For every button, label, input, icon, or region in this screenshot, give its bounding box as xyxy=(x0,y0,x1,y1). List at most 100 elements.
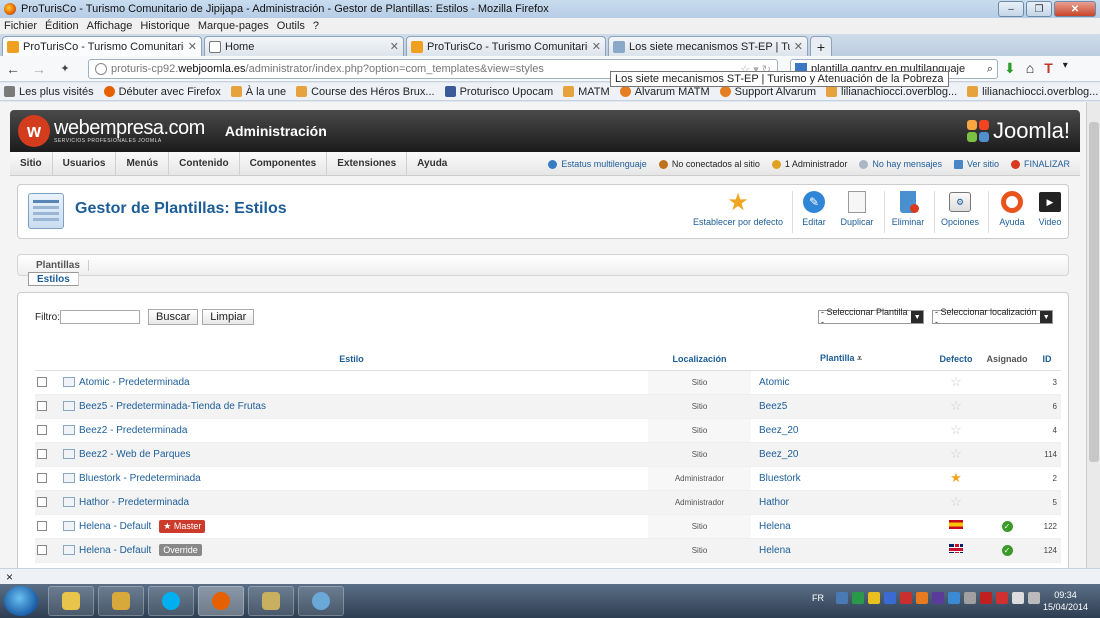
tray-icon[interactable] xyxy=(996,592,1008,604)
template-link[interactable]: Beez5 xyxy=(751,394,931,419)
close-findbar-icon[interactable]: × xyxy=(6,570,13,584)
preview-icon[interactable] xyxy=(63,521,75,531)
preview-icon[interactable] xyxy=(63,497,75,507)
duplicate-button[interactable]: Duplicar xyxy=(836,190,878,227)
row-checkbox[interactable] xyxy=(37,545,47,555)
tray-icon[interactable] xyxy=(948,592,960,604)
column-template[interactable]: Plantilla ⩡ xyxy=(751,348,931,371)
menu-fichier[interactable]: Fichier xyxy=(4,20,37,32)
default-star-icon[interactable]: ★ xyxy=(950,470,962,485)
status-messages[interactable]: No hay mensajes xyxy=(859,159,942,169)
menu-ayuda[interactable]: Ayuda xyxy=(407,152,457,176)
new-tab-button[interactable]: + xyxy=(810,36,832,56)
preview-icon[interactable] xyxy=(63,425,75,435)
addon-t-icon[interactable]: T xyxy=(1044,60,1053,77)
column-style[interactable]: Estilo xyxy=(55,348,648,371)
preview-icon[interactable] xyxy=(63,449,75,459)
tray-icon[interactable] xyxy=(932,592,944,604)
select-template[interactable]: - Seleccionar Plantilla - ▼ xyxy=(818,307,924,327)
bookmark-item[interactable]: lilianachiocci.overblog... xyxy=(967,86,1098,98)
bookmark-item[interactable]: Alvarum MATM xyxy=(619,86,710,98)
tray-icon[interactable] xyxy=(980,592,992,604)
tray-icon[interactable] xyxy=(916,592,928,604)
scrollbar-thumb[interactable] xyxy=(1089,122,1099,462)
tray-icon[interactable] xyxy=(900,592,912,604)
tab-proturisco-1[interactable]: ProTurisCo - Turismo Comunitario d... ✕ xyxy=(2,36,202,56)
column-id[interactable]: ID xyxy=(1033,348,1061,371)
close-tab-icon[interactable]: ✕ xyxy=(794,40,803,53)
download-icon[interactable]: ⬇ xyxy=(1004,60,1016,77)
bookmark-item[interactable]: Proturisco Upocam xyxy=(444,86,553,98)
restore-button[interactable]: ❐ xyxy=(1026,1,1052,17)
menu-outils[interactable]: Outils xyxy=(277,20,305,32)
tray-icon[interactable] xyxy=(884,592,896,604)
menu-menus[interactable]: Menús xyxy=(116,151,170,176)
style-link[interactable]: Bluestork - Predeterminada xyxy=(79,473,201,484)
bookmark-item[interactable]: Les plus visités xyxy=(4,86,94,98)
preview-icon[interactable] xyxy=(63,473,75,483)
menu-edition[interactable]: Édition xyxy=(45,20,79,32)
template-link[interactable]: Atomic xyxy=(751,370,931,395)
style-link[interactable]: Atomic - Predeterminada xyxy=(79,377,190,388)
row-checkbox[interactable] xyxy=(37,473,47,483)
volume-icon[interactable] xyxy=(1012,592,1024,604)
uk-flag-icon[interactable] xyxy=(949,544,963,553)
clock[interactable]: 09:34 15/04/2014 xyxy=(1043,589,1088,613)
start-button[interactable] xyxy=(4,586,38,616)
tray-icon[interactable] xyxy=(868,592,880,604)
preview-icon[interactable] xyxy=(63,401,75,411)
preview-icon[interactable] xyxy=(63,377,75,387)
select-location[interactable]: - Seleccionar localización - ▼ xyxy=(932,307,1053,327)
style-link[interactable]: Helena - Default xyxy=(79,521,151,532)
not-default-star-icon[interactable]: ☆ xyxy=(950,446,962,461)
row-checkbox[interactable] xyxy=(37,377,47,387)
taskbar-paint[interactable] xyxy=(298,586,344,616)
menu-chevron-icon[interactable]: ▾ xyxy=(1063,60,1068,77)
template-link[interactable]: Helena xyxy=(751,514,931,539)
not-default-star-icon[interactable]: ☆ xyxy=(950,422,962,437)
tab-siete-mecanismos[interactable]: Los siete mecanismos ST-EP | Turism... ✕ xyxy=(608,36,808,56)
template-link[interactable]: Beez_20 xyxy=(751,418,931,443)
menu-contenido[interactable]: Contenido xyxy=(169,151,240,176)
page-scrollbar[interactable] xyxy=(1086,102,1100,568)
taskbar-firefox[interactable] xyxy=(198,586,244,616)
style-link[interactable]: Helena - Default xyxy=(79,545,151,556)
style-link[interactable]: Hathor - Predeterminada xyxy=(79,497,189,508)
style-link[interactable]: Beez2 - Web de Parques xyxy=(79,449,191,460)
language-indicator[interactable]: FR xyxy=(812,593,824,603)
close-tab-icon[interactable]: ✕ xyxy=(390,40,399,53)
clear-button[interactable]: Limpiar xyxy=(202,309,255,325)
column-default[interactable]: Defecto xyxy=(931,348,981,371)
bookmark-item[interactable]: Débuter avec Firefox xyxy=(103,86,221,98)
bookmark-item[interactable]: Course des Héros Brux... xyxy=(296,86,435,98)
taskbar-explorer[interactable] xyxy=(48,586,94,616)
column-location[interactable]: Localización xyxy=(648,348,751,371)
close-tab-icon[interactable]: ✕ xyxy=(592,40,601,53)
menu-affichage[interactable]: Affichage xyxy=(87,20,133,32)
row-checkbox[interactable] xyxy=(37,497,47,507)
tray-icon[interactable] xyxy=(964,592,976,604)
not-default-star-icon[interactable]: ☆ xyxy=(950,494,962,509)
bookmark-item[interactable]: À la une xyxy=(230,86,286,98)
preview-icon[interactable] xyxy=(63,545,75,555)
menu-marque-pages[interactable]: Marque-pages xyxy=(198,20,269,32)
minimize-button[interactable]: – xyxy=(998,1,1024,17)
not-default-star-icon[interactable]: ☆ xyxy=(950,398,962,413)
back-button[interactable]: ← xyxy=(0,61,26,77)
search-button[interactable]: Buscar xyxy=(148,309,199,325)
tab-estilos[interactable]: Estilos xyxy=(28,272,79,286)
logout-link[interactable]: FINALIZAR xyxy=(1010,159,1070,169)
not-default-star-icon[interactable]: ☆ xyxy=(950,374,962,389)
close-tab-icon[interactable]: ✕ xyxy=(188,40,197,53)
template-link[interactable]: Beez_20 xyxy=(751,442,931,467)
tab-home[interactable]: Home ✕ xyxy=(204,36,404,56)
template-link[interactable]: Hathor xyxy=(751,490,931,515)
row-checkbox[interactable] xyxy=(37,449,47,459)
close-window-button[interactable]: ✕ xyxy=(1054,1,1096,17)
status-multilanguage[interactable]: Estatus multilenguaje xyxy=(548,159,647,169)
row-checkbox[interactable] xyxy=(37,401,47,411)
template-link[interactable]: Bluestork xyxy=(751,466,931,491)
style-link[interactable]: Beez2 - Predeterminada xyxy=(79,425,187,436)
menu-componentes[interactable]: Componentes xyxy=(240,151,328,176)
webempresa-logo[interactable]: webempresa.com SERVICIOS PROFESIONALES J… xyxy=(54,118,205,144)
